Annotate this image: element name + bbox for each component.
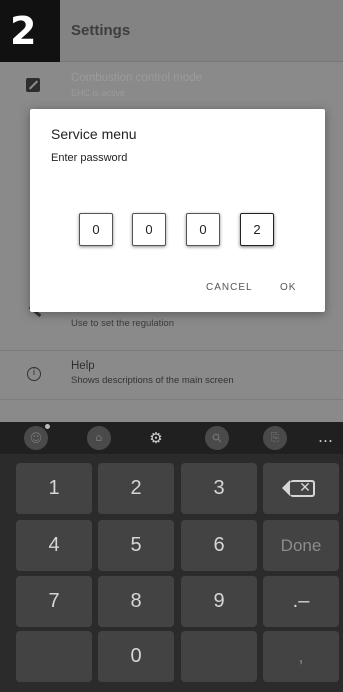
ok-button[interactable]: OK [280,282,296,293]
key-5[interactable]: 5 [98,520,174,571]
key-1[interactable]: 1 [16,463,92,514]
setting-item-help[interactable]: i Help Shows descriptions of the main sc… [0,350,343,400]
setting-item-title: Combustion control mode [71,72,203,84]
backspace-x-glyph: ✕ [299,480,311,496]
setting-item-subtitle: EHC is active [71,88,126,98]
numeric-keyboard: 1 2 3 ✕ 4 5 6 Done 7 8 9 .– 0 , [0,454,343,692]
settings-gear-icon[interactable] [144,426,168,450]
blank-key[interactable] [16,631,92,682]
info-icon: i [27,367,41,381]
translate-icon[interactable] [263,426,287,450]
key-8[interactable]: 8 [98,576,174,627]
microphone-icon[interactable] [87,426,111,450]
dialog-title: Service menu [51,126,137,142]
search-icon[interactable] [205,426,229,450]
setting-item-title: Help [71,360,95,372]
app-header: 2 Settings [0,0,343,62]
key-0[interactable]: 0 [98,631,174,682]
blank-key[interactable] [181,631,257,682]
key-4[interactable]: 4 [16,520,92,571]
dialog-subtitle: Enter password [51,152,128,164]
key-2[interactable]: 2 [98,463,174,514]
key-9[interactable]: 9 [181,576,257,627]
emoji-icon[interactable] [24,424,50,450]
service-menu-dialog: Service menu Enter password 0 0 0 2 CANC… [30,109,325,312]
page-title: Settings [71,22,131,39]
setting-item-subtitle: Shows descriptions of the main screen [71,375,234,386]
backspace-key[interactable]: ✕ [263,463,339,514]
key-7[interactable]: 7 [16,576,92,627]
edit-square-icon [26,78,40,92]
punctuation-key[interactable]: .– [263,576,339,627]
key-3[interactable]: 3 [181,463,257,514]
pin-digit-4-field[interactable]: 2 [240,213,274,246]
pin-digit-3-field[interactable]: 0 [186,213,220,246]
pin-digit-2-field[interactable]: 0 [132,213,166,246]
pin-digit-1-field[interactable]: 0 [79,213,113,246]
setting-item-subtitle: Use to set the regulation [71,318,174,329]
cancel-button[interactable]: CANCEL [206,282,253,293]
key-6[interactable]: 6 [181,520,257,571]
done-key[interactable]: Done [263,520,339,571]
step-number-badge: 2 [0,0,60,62]
setting-item-combustion-control[interactable]: Combustion control mode EHC is active [0,62,343,108]
more-icon[interactable]: … [318,430,333,445]
keyboard-toolbar: … [0,422,343,454]
comma-key[interactable]: , [263,631,339,682]
